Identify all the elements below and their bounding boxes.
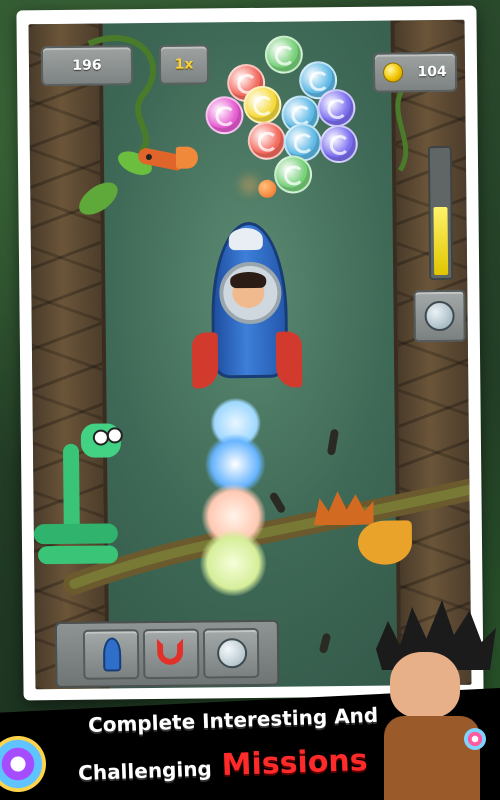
powerup-slot-magnet[interactable]: [142, 628, 200, 680]
mascot-character: [370, 600, 500, 800]
banner-highlight: Missions: [221, 742, 369, 784]
shield-bubble-icon: [216, 638, 248, 669]
powerup-slot-shield[interactable]: [202, 627, 260, 679]
powerup-slot-rocket[interactable]: [82, 629, 140, 680]
falling-seeds: [29, 20, 472, 690]
mascot-candy-icon: [464, 728, 486, 750]
banner-line-2-text: Challenging: [77, 756, 213, 786]
mascot-face-icon: [390, 652, 460, 718]
mascot-body: [384, 716, 480, 800]
magnet-icon: [156, 638, 184, 665]
rocket-icon: [102, 637, 122, 672]
game-screen: 196 1x 104: [28, 19, 472, 690]
